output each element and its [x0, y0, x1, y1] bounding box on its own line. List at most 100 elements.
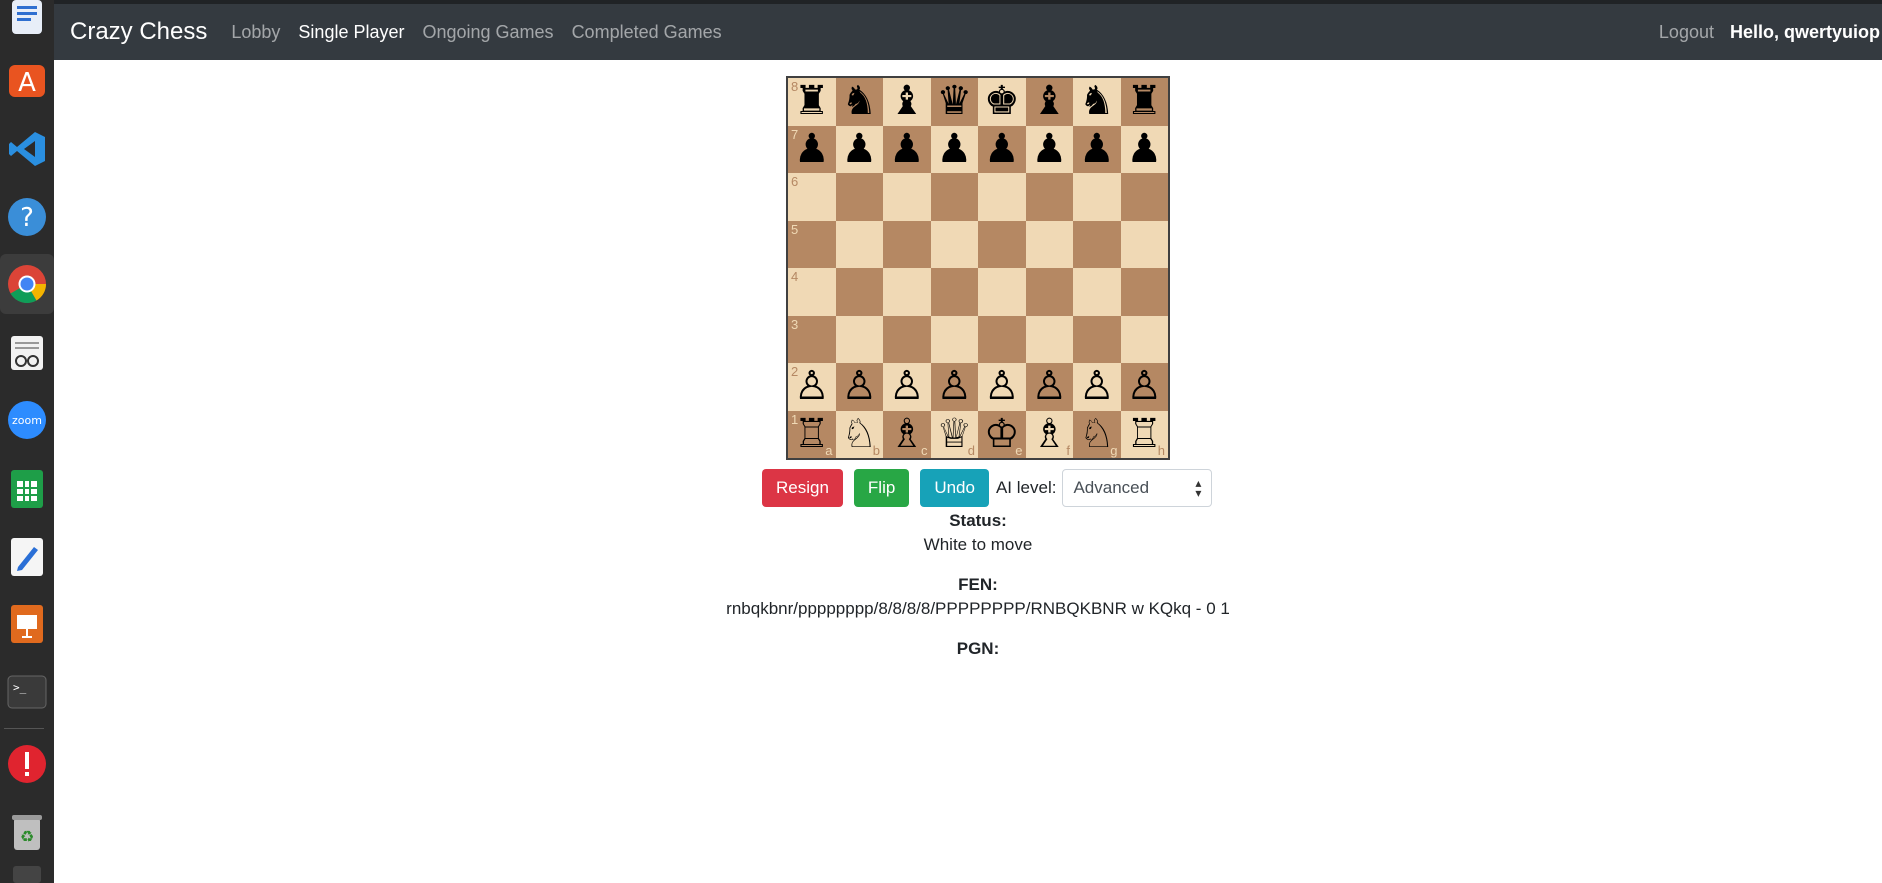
square-e6[interactable] — [978, 173, 1026, 221]
square-f5[interactable] — [1025, 220, 1073, 268]
chess-piece-icon[interactable]: ♛ — [931, 78, 979, 126]
square-a4[interactable]: 4 — [788, 268, 836, 316]
square-b5[interactable] — [835, 220, 883, 268]
square-g4[interactable] — [1073, 268, 1121, 316]
chess-piece-icon[interactable]: ♔ — [978, 411, 1026, 459]
chess-piece-icon[interactable]: ♙ — [1026, 363, 1074, 411]
square-f2[interactable]: ♙ — [1025, 363, 1074, 411]
logout-link[interactable]: Logout — [1659, 22, 1714, 43]
square-c6[interactable] — [883, 173, 931, 221]
zoom-icon[interactable]: zoom — [0, 390, 54, 450]
square-d2[interactable]: ♙ — [930, 363, 979, 411]
square-h2[interactable]: ♙ — [1120, 363, 1169, 411]
square-h3[interactable] — [1120, 315, 1168, 363]
chess-piece-icon[interactable]: ♝ — [883, 78, 931, 126]
square-f6[interactable] — [1025, 173, 1073, 221]
undo-button[interactable]: Undo — [920, 469, 989, 507]
chess-piece-icon[interactable]: ♘ — [836, 411, 884, 459]
square-c8[interactable]: ♝ — [883, 78, 931, 126]
nav-completed-games[interactable]: Completed Games — [572, 22, 722, 43]
image-viewer-icon[interactable] — [0, 0, 54, 48]
nav-lobby[interactable]: Lobby — [231, 22, 280, 43]
chess-piece-icon[interactable]: ♖ — [788, 411, 836, 459]
square-c3[interactable] — [883, 315, 931, 363]
resign-button[interactable]: Resign — [762, 469, 843, 507]
square-a1[interactable]: 1 a ♖ — [788, 410, 836, 459]
chess-piece-icon[interactable]: ♟ — [978, 126, 1026, 174]
square-g7[interactable]: ♟ — [1073, 125, 1121, 174]
square-g3[interactable] — [1073, 315, 1121, 363]
chess-piece-icon[interactable]: ♟ — [931, 126, 979, 174]
square-f8[interactable]: ♝ — [1025, 78, 1073, 126]
square-b4[interactable] — [835, 268, 883, 316]
square-h8[interactable]: ♜ — [1120, 78, 1169, 126]
square-c4[interactable] — [883, 268, 931, 316]
chess-piece-icon[interactable]: ♟ — [883, 126, 931, 174]
nav-single-player[interactable]: Single Player — [298, 22, 404, 43]
square-g1[interactable]: g ♘ — [1073, 410, 1121, 459]
chess-piece-icon[interactable]: ♖ — [1121, 411, 1169, 459]
square-a7[interactable]: 7 ♟ — [788, 125, 836, 174]
chrome-icon[interactable] — [0, 254, 54, 314]
square-a2[interactable]: 2 ♙ — [788, 363, 836, 411]
square-e1[interactable]: e ♔ — [978, 410, 1026, 459]
square-d3[interactable] — [930, 315, 978, 363]
show-apps-icon[interactable] — [0, 858, 54, 883]
chess-piece-icon[interactable]: ♘ — [1073, 411, 1121, 459]
chess-piece-icon[interactable]: ♙ — [1073, 363, 1121, 411]
square-d7[interactable]: ♟ — [930, 125, 979, 174]
chess-piece-icon[interactable]: ♙ — [836, 363, 884, 411]
square-c2[interactable]: ♙ — [883, 363, 931, 411]
chess-piece-icon[interactable]: ♟ — [1073, 126, 1121, 174]
square-c1[interactable]: c ♗ — [883, 410, 931, 458]
vscode-icon[interactable] — [0, 119, 54, 179]
chess-piece-icon[interactable]: ♟ — [1026, 126, 1074, 174]
chess-piece-icon[interactable]: ♟ — [788, 126, 836, 174]
square-c5[interactable] — [883, 220, 931, 268]
square-d4[interactable] — [930, 268, 978, 316]
square-h4[interactable] — [1120, 268, 1168, 316]
chess-piece-icon[interactable]: ♙ — [1121, 363, 1169, 411]
square-f3[interactable] — [1025, 315, 1073, 363]
square-h5[interactable] — [1120, 220, 1168, 268]
help-icon[interactable]: ? — [0, 187, 54, 247]
chess-piece-icon[interactable]: ♙ — [931, 363, 979, 411]
square-f4[interactable] — [1025, 268, 1073, 316]
trash-icon[interactable]: ♻ — [0, 802, 54, 862]
square-b3[interactable] — [835, 315, 883, 363]
square-e5[interactable] — [978, 220, 1026, 268]
ai-level-select[interactable]: Advanced ▴ ▾ — [1062, 469, 1213, 507]
square-e3[interactable] — [978, 315, 1026, 363]
terminal-icon[interactable]: >_ — [0, 662, 54, 722]
spreadsheet-icon[interactable] — [0, 459, 54, 519]
square-h7[interactable]: ♟ — [1120, 125, 1169, 174]
square-b2[interactable]: ♙ — [835, 363, 884, 411]
square-g2[interactable]: ♙ — [1073, 363, 1121, 411]
square-d1[interactable]: d ♕ — [930, 410, 979, 459]
square-b8[interactable]: ♞ — [835, 78, 883, 126]
square-g6[interactable] — [1073, 173, 1121, 221]
square-h1[interactable]: h ♖ — [1120, 410, 1169, 459]
app-center-icon[interactable]: A — [0, 51, 54, 111]
chess-piece-icon[interactable]: ♕ — [931, 411, 979, 459]
square-a3[interactable]: 3 — [788, 315, 836, 363]
square-a5[interactable]: 5 — [788, 220, 836, 268]
square-d5[interactable] — [930, 220, 978, 268]
square-g5[interactable] — [1073, 220, 1121, 268]
square-e8[interactable]: ♚ — [978, 78, 1026, 126]
chess-piece-icon[interactable]: ♟ — [836, 126, 884, 174]
square-d8[interactable]: ♛ — [930, 78, 979, 126]
square-f1[interactable]: f ♗ — [1025, 410, 1073, 458]
chess-piece-icon[interactable]: ♜ — [1121, 78, 1169, 126]
chess-piece-icon[interactable]: ♟ — [1121, 126, 1169, 174]
square-a8[interactable]: 8 ♜ — [788, 78, 836, 126]
square-d6[interactable] — [930, 173, 978, 221]
square-b6[interactable] — [835, 173, 883, 221]
chess-piece-icon[interactable]: ♙ — [883, 363, 931, 411]
flip-button[interactable]: Flip — [853, 469, 910, 507]
alert-icon[interactable] — [0, 734, 54, 794]
square-e7[interactable]: ♟ — [978, 125, 1026, 174]
square-c7[interactable]: ♟ — [883, 125, 931, 174]
square-e2[interactable]: ♙ — [978, 363, 1026, 411]
chess-piece-icon[interactable]: ♙ — [788, 363, 836, 411]
